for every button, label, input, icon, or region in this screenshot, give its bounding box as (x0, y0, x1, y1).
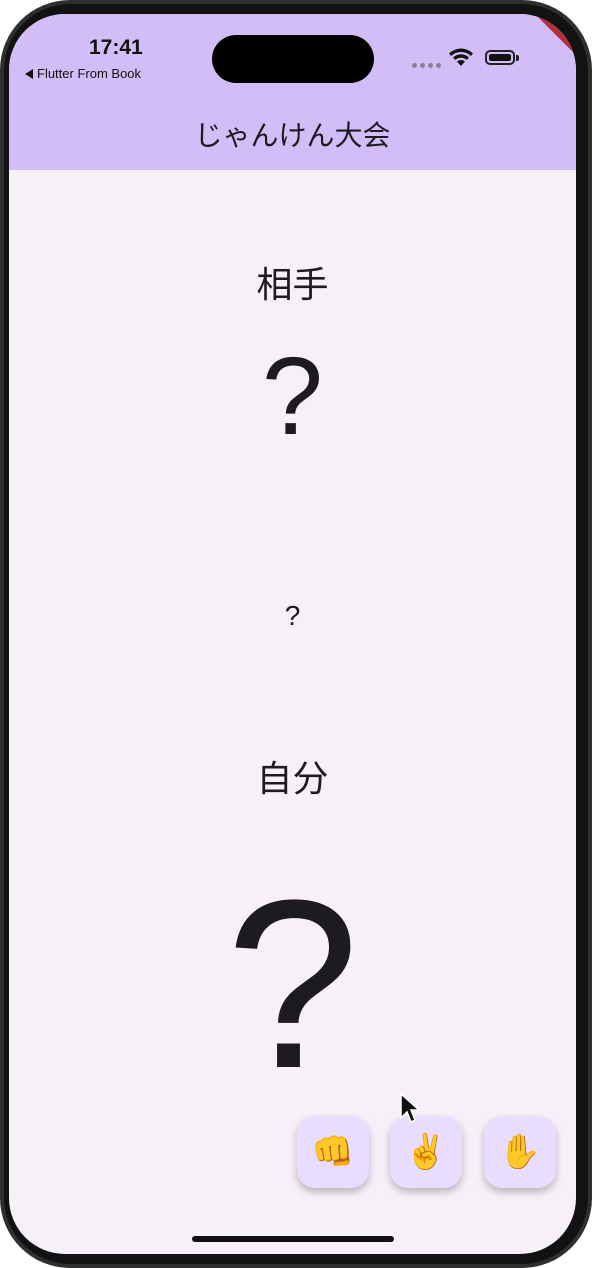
dynamic-island (212, 35, 374, 83)
rock-icon: 👊 (311, 1132, 355, 1172)
back-link-label: Flutter From Book (37, 66, 142, 81)
app-bar-title: じゃんけん大会 (194, 119, 391, 152)
opponent-label: 相手 (256, 265, 329, 306)
device-frame: 17:41 Flutter From Book じゃんけん大会 DEBUG 相手… (0, 0, 592, 1268)
wifi-icon (449, 48, 473, 66)
rock-button[interactable]: 👊 (297, 1116, 369, 1188)
home-indicator[interactable] (192, 1236, 394, 1242)
scissors-button[interactable]: ✌️ (390, 1116, 462, 1188)
status-time: 17:41 (89, 36, 143, 59)
self-label: 自分 (256, 759, 329, 800)
opponent-hand: ? (261, 335, 324, 458)
mouse-cursor-icon (400, 1092, 421, 1124)
self-hand: ? (225, 850, 360, 1118)
paper-icon: ✋ (498, 1132, 542, 1172)
result-text: ? (284, 600, 301, 631)
back-to-app-link[interactable]: Flutter From Book (25, 66, 141, 81)
app-bar: 17:41 Flutter From Book じゃんけん大会 (9, 14, 576, 170)
battery-icon (485, 50, 515, 65)
scissors-icon: ✌️ (404, 1132, 448, 1172)
back-arrow-icon (25, 68, 33, 79)
screen: 17:41 Flutter From Book じゃんけん大会 DEBUG 相手… (9, 14, 576, 1254)
battery-tip (516, 55, 519, 61)
cellular-signal-icon (412, 63, 441, 68)
paper-button[interactable]: ✋ (484, 1116, 556, 1188)
